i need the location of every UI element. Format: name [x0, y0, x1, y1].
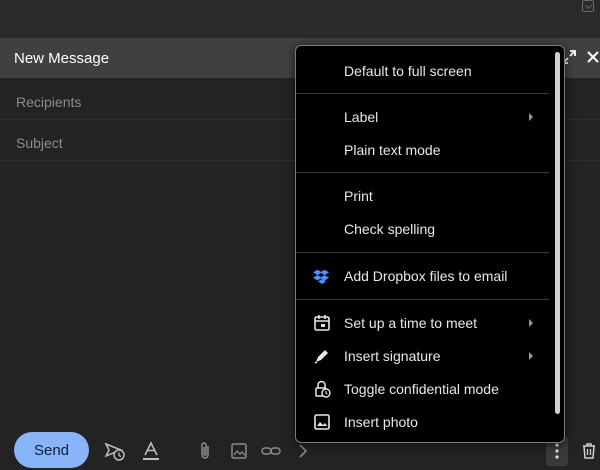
menu-item-set-up-meeting[interactable]: Set up a time to meet	[296, 307, 564, 339]
lock-clock-icon	[315, 380, 331, 398]
photo-icon	[314, 414, 330, 430]
insert-photo-icon[interactable]	[228, 440, 250, 462]
menu-item-label: Default to full screen	[344, 63, 472, 79]
send-button[interactable]: Send	[14, 432, 89, 468]
menu-item-plain-text-mode[interactable]: Plain text mode	[296, 134, 564, 166]
attach-file-icon[interactable]	[194, 440, 216, 462]
menu-item-label-submenu[interactable]: Label	[296, 101, 564, 133]
schedule-send-icon[interactable]	[104, 440, 126, 462]
menu-item-check-spelling[interactable]: Check spelling	[296, 213, 564, 245]
trash-icon[interactable]	[578, 440, 600, 462]
menu-item-insert-signature[interactable]: Insert signature	[296, 340, 564, 372]
close-icon[interactable]	[584, 48, 600, 66]
calendar-icon	[314, 315, 330, 331]
gmail-compose-screen: New Message Send	[0, 0, 600, 470]
dropbox-icon	[313, 269, 329, 284]
menu-item-default-full-screen[interactable]: Default to full screen	[296, 55, 564, 87]
menu-divider	[296, 252, 549, 253]
menu-item-label: Add Dropbox files to email	[344, 268, 508, 284]
formatting-options-icon[interactable]	[140, 440, 162, 462]
menu-item-label: Print	[344, 188, 373, 204]
chevron-right-icon	[529, 113, 533, 121]
menu-divider	[296, 93, 549, 94]
pen-icon	[314, 350, 328, 364]
menu-item-label: Insert signature	[344, 348, 441, 364]
menu-item-insert-photo[interactable]: Insert photo	[296, 406, 564, 438]
insert-link-icon[interactable]	[260, 440, 282, 462]
menu-divider	[296, 172, 549, 173]
menu-item-label: Set up a time to meet	[344, 315, 478, 331]
menu-item-print[interactable]: Print	[296, 180, 564, 212]
menu-item-label: Label	[344, 109, 379, 125]
recipients-input[interactable]	[14, 90, 288, 114]
download-icon[interactable]	[582, 0, 594, 12]
menu-item-label: Insert photo	[344, 414, 418, 430]
menu-item-label: Plain text mode	[344, 142, 441, 158]
compose-title: New Message	[14, 50, 110, 67]
subject-input[interactable]	[14, 131, 288, 155]
menu-divider	[296, 299, 549, 300]
more-options-menu: Default to full screen Label Plain text …	[295, 45, 565, 443]
menu-item-add-dropbox-files[interactable]: Add Dropbox files to email	[296, 260, 564, 292]
inbox-background-strip	[0, 0, 600, 38]
menu-item-label: Check spelling	[344, 221, 436, 237]
chevron-right-icon	[529, 352, 533, 360]
chevron-right-icon	[529, 319, 533, 327]
chevron-right-icon[interactable]	[292, 440, 314, 462]
menu-item-toggle-confidential[interactable]: Toggle confidential mode	[296, 373, 564, 405]
menu-item-label: Toggle confidential mode	[344, 381, 499, 397]
